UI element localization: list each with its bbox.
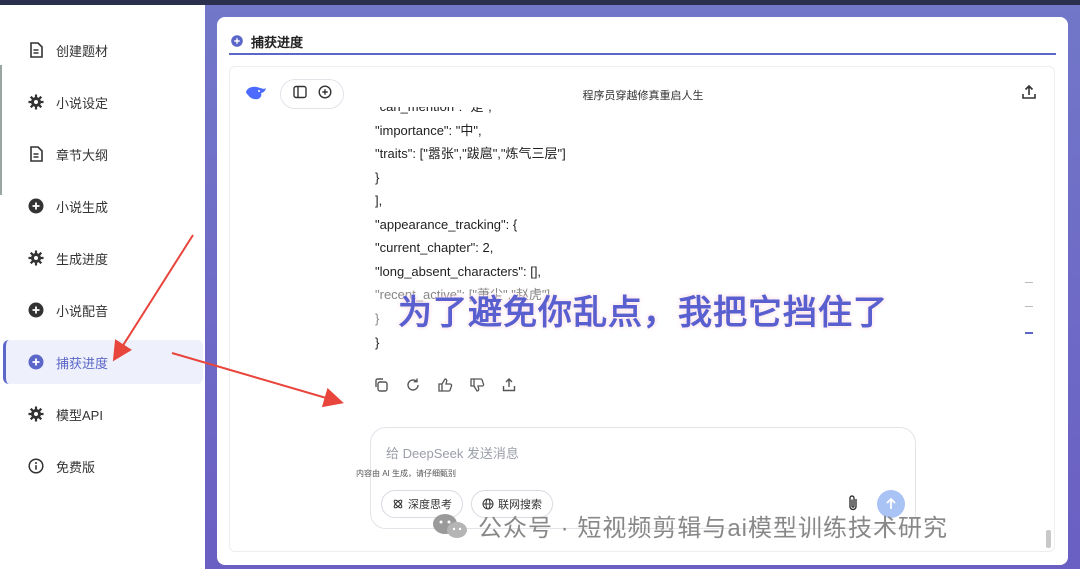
panel-header: 捕获进度: [231, 29, 303, 53]
plus-circle-icon: [231, 35, 243, 47]
cover-overlay-caption: 为了避免你乱点，我把它挡住了: [360, 283, 926, 335]
chat-title: 程序员穿越修真重启人生: [582, 90, 704, 102]
thumbs-up-icon[interactable]: [437, 377, 453, 393]
share-upload-icon[interactable]: [1020, 83, 1038, 101]
message-input-placeholder[interactable]: 给 DeepSeek 发送消息: [386, 443, 519, 462]
share-icon[interactable]: [501, 377, 517, 393]
sidebar-item-generate-progress[interactable]: 生成进度: [3, 236, 203, 280]
code-line: }: [375, 335, 380, 350]
code-line: "traits": ["嚣张","跋扈","炼气三层"]: [375, 146, 566, 161]
plus-circle-icon: [28, 198, 44, 214]
sidebar-item-free-version[interactable]: 免费版: [3, 444, 203, 488]
message-actions: [373, 377, 517, 393]
gear-icon: [28, 406, 44, 422]
sidebar-item-label: 小说配音: [56, 303, 109, 319]
sidebar-item-label: 小说设定: [56, 95, 109, 111]
gear-icon: [28, 250, 44, 266]
panel-header-underline: [229, 53, 1056, 55]
info-circle-icon: [28, 458, 44, 474]
ai-disclaimer: 内容由 AI 生成，请仔细甄别: [356, 469, 457, 478]
plus-circle-icon: [28, 354, 44, 370]
copy-icon[interactable]: [373, 377, 389, 393]
atom-icon: [393, 499, 403, 509]
sidebar: 创建题材 小说设定 章节大纲 小说生成 生成进度 小说配音 捕获进度 模型API…: [0, 5, 205, 569]
sidebar-item-novel-generate[interactable]: 小说生成: [3, 184, 203, 228]
sidebar-item-chapter-outline[interactable]: 章节大纲: [3, 132, 203, 176]
sidebar-item-novel-voice[interactable]: 小说配音: [3, 288, 203, 332]
sidebar-item-label: 创建题材: [56, 43, 109, 59]
watermark: 公众号 · 短视频剪辑与ai模型训练技术研究: [430, 508, 948, 543]
code-line: "current_chapter": 2,: [375, 240, 494, 255]
app-root: 创建题材 小说设定 章节大纲 小说生成 生成进度 小说配音 捕获进度 模型API…: [0, 0, 1080, 569]
sidebar-item-model-api[interactable]: 模型API: [3, 392, 203, 436]
sidebar-item-capture-progress[interactable]: 捕获进度: [3, 340, 203, 384]
sidebar-item-label: 章节大纲: [56, 147, 109, 163]
page-scrollbar[interactable]: [1046, 530, 1051, 548]
code-line: "importance": "中",: [375, 123, 482, 138]
gear-icon: [28, 94, 44, 110]
sidebar-item-novel-settings[interactable]: 小说设定: [3, 80, 203, 124]
panel-title: 捕获进度: [251, 34, 304, 50]
document-icon: [28, 42, 44, 58]
left-edge-strip: [0, 65, 2, 195]
sidebar-item-label: 小说生成: [56, 199, 109, 215]
thumbs-down-icon[interactable]: [469, 377, 485, 393]
watermark-text: 公众号 · 短视频剪辑与ai模型训练技术研究: [478, 515, 949, 542]
code-line: "can_mention": "是",: [375, 107, 492, 118]
sidebar-item-label: 捕获进度: [56, 355, 109, 371]
sidebar-item-label: 模型API: [56, 407, 103, 423]
wechat-logo-icon: [433, 513, 467, 538]
sidebar-item-create-topic[interactable]: 创建题材: [3, 28, 203, 72]
sidebar-item-label: 生成进度: [56, 251, 109, 267]
code-line: "appearance_tracking": {: [375, 217, 518, 232]
code-line: "long_absent_characters": [],: [375, 264, 542, 279]
code-line: }: [375, 170, 380, 185]
document-icon: [28, 146, 44, 162]
code-line: ],: [375, 193, 383, 208]
regenerate-icon[interactable]: [405, 377, 421, 393]
plus-circle-icon: [28, 302, 44, 318]
sidebar-item-label: 免费版: [56, 459, 96, 475]
